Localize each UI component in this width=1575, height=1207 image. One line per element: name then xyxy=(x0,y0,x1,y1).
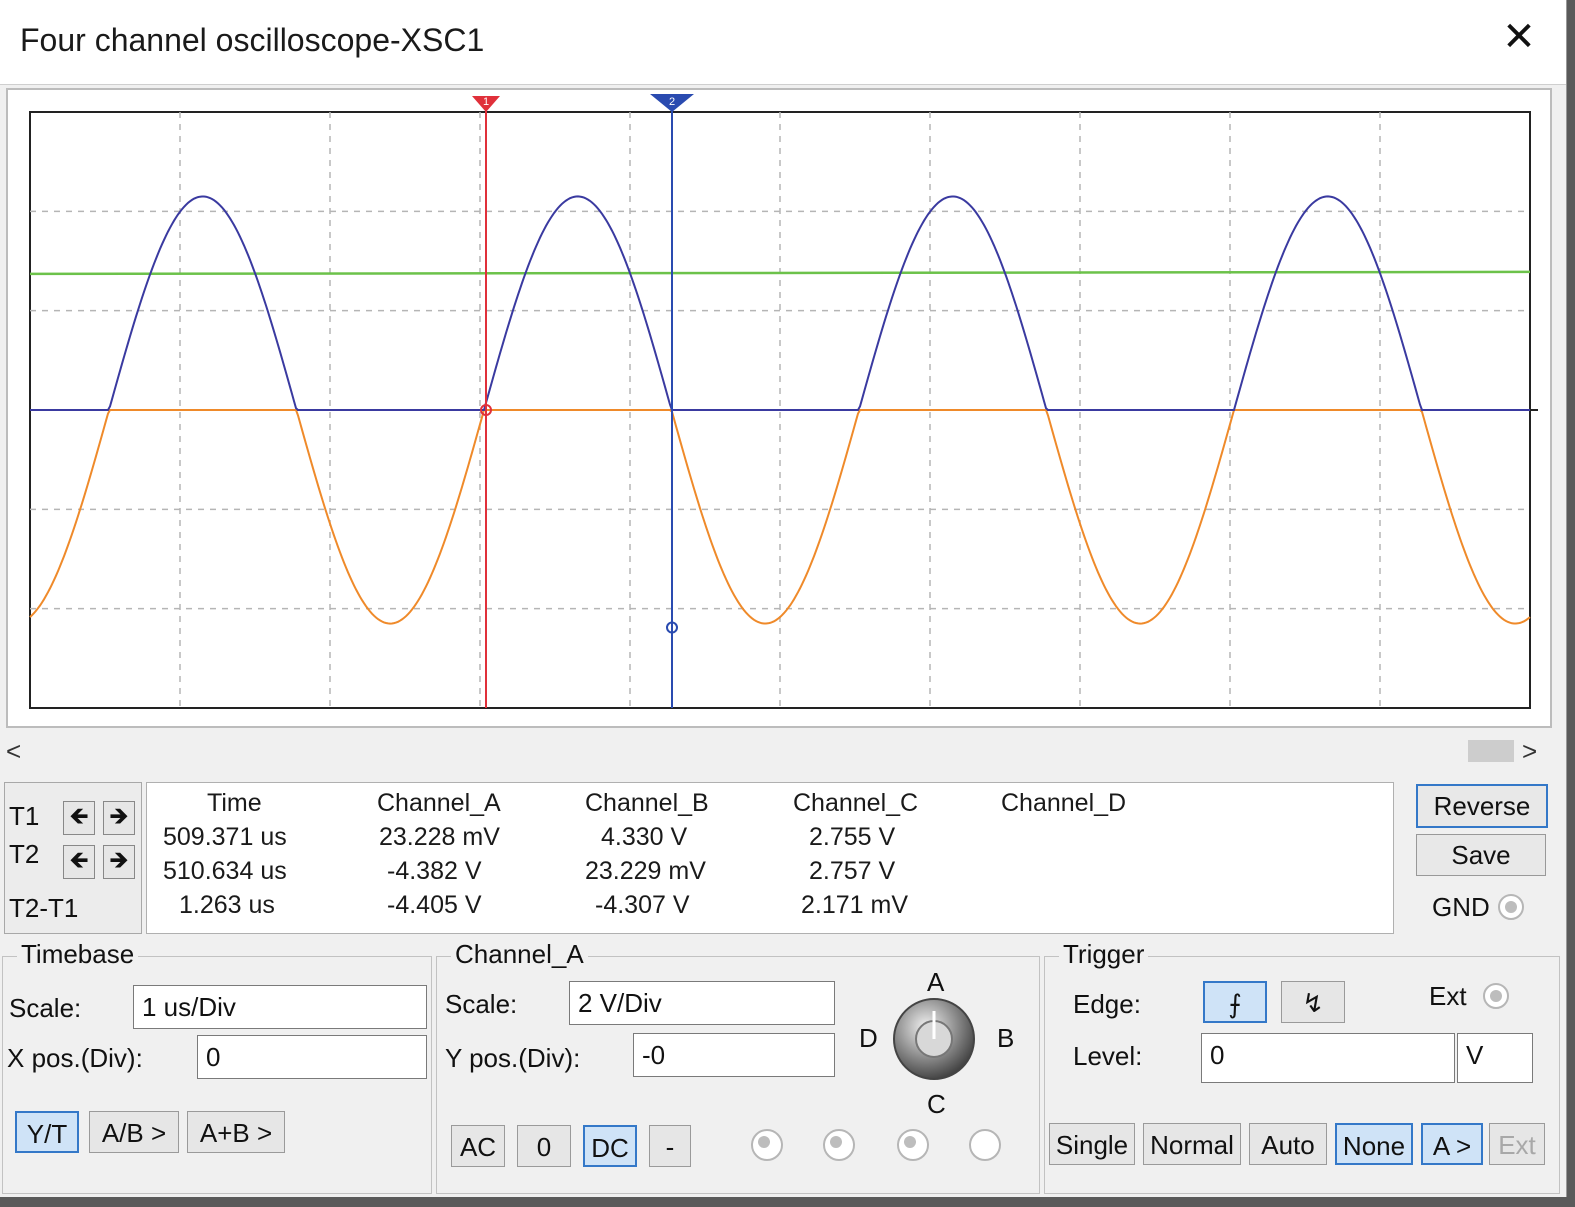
channel-select-knob-icon[interactable] xyxy=(889,995,979,1083)
gnd-label: GND xyxy=(1432,892,1490,922)
t2-label: T2 xyxy=(9,839,40,869)
t2-time: 510.634 us xyxy=(163,857,287,885)
falling-edge-icon[interactable]: ↯ xyxy=(1281,981,1345,1023)
minus-button[interactable]: - xyxy=(649,1125,691,1167)
normal-button[interactable]: Normal xyxy=(1143,1123,1241,1165)
title-bar: Four channel oscilloscope-XSC1 ✕ xyxy=(0,0,1566,85)
knob-label-a: A xyxy=(927,967,945,997)
channel-radio-a[interactable] xyxy=(751,1129,783,1161)
level-unit-field[interactable]: V xyxy=(1457,1033,1533,1083)
channel-title: Channel_A xyxy=(451,939,588,970)
ac-button[interactable]: AC xyxy=(451,1125,505,1167)
knob-label-c: C xyxy=(927,1089,946,1119)
ab-button[interactable]: A/B > xyxy=(89,1111,179,1153)
header-channel-a: Channel_A xyxy=(377,789,501,817)
single-button[interactable]: Single xyxy=(1049,1123,1135,1165)
yt-button[interactable]: Y/T xyxy=(15,1111,79,1153)
scroll-right-button[interactable]: > xyxy=(1522,736,1537,767)
ext-trigger-button: Ext xyxy=(1489,1123,1545,1165)
header-channel-d: Channel_D xyxy=(1001,789,1127,817)
ext-radio[interactable] xyxy=(1483,983,1509,1009)
t1-label: T1 xyxy=(9,801,40,831)
waveform-display: 12 xyxy=(29,94,1538,709)
channel-scale-field[interactable]: 2 V/Div xyxy=(569,981,835,1025)
channel-radio-b[interactable] xyxy=(823,1129,855,1161)
t2-channel-c: 2.757 V xyxy=(809,857,896,885)
timebase-title: Timebase xyxy=(17,939,139,970)
timebase-scale-field[interactable]: 1 us/Div xyxy=(133,985,427,1029)
ext-label: Ext xyxy=(1429,981,1467,1011)
t2-left-button[interactable]: 🡸 xyxy=(63,845,95,879)
edge-label: Edge: xyxy=(1073,989,1141,1019)
rising-edge-icon[interactable]: ⨍ xyxy=(1203,981,1267,1023)
knob-label-b: B xyxy=(997,1023,1015,1053)
channel-scale-label: Scale: xyxy=(445,989,518,1019)
none-button[interactable]: None xyxy=(1335,1123,1413,1165)
dt-channel-c: 2.171 mV xyxy=(801,891,909,919)
t2-right-button[interactable]: 🡺 xyxy=(103,845,135,879)
scroll-thumb[interactable] xyxy=(1468,740,1514,762)
t1-right-button[interactable]: 🡺 xyxy=(103,801,135,835)
save-button[interactable]: Save xyxy=(1416,834,1546,876)
oscilloscope-screen: 12 xyxy=(6,88,1552,728)
window-title: Four channel oscilloscope-XSC1 xyxy=(20,22,485,58)
header-channel-c: Channel_C xyxy=(793,789,919,817)
reverse-button[interactable]: Reverse xyxy=(1416,784,1548,828)
timebase-group: Timebase Scale: 1 us/Div X pos.(Div): 0 … xyxy=(2,939,432,1194)
header-channel-b: Channel_B xyxy=(585,789,709,817)
horizontal-scrollbar[interactable]: < > xyxy=(0,736,1566,766)
measurement-readout: Time Channel_A Channel_B Channel_C Chann… xyxy=(146,782,1394,934)
trigger-group: Trigger Edge: ⨍ ↯ Ext Level: 0 V Single … xyxy=(1044,939,1560,1194)
oscilloscope-window: Four channel oscilloscope-XSC1 ✕ 12 < > … xyxy=(0,0,1567,1197)
dt-channel-a: -4.405 V xyxy=(387,891,482,919)
cursor-controls: T1 🡸 🡺 T2 🡸 🡺 T2-T1 xyxy=(4,782,142,934)
xpos-label: X pos.(Div): xyxy=(7,1043,143,1073)
cursor-t2-marker: 2 xyxy=(669,96,675,108)
t1-channel-b: 4.330 V xyxy=(601,823,688,851)
level-field[interactable]: 0 xyxy=(1201,1033,1455,1083)
a-trigger-button[interactable]: A > xyxy=(1421,1123,1483,1165)
t2-channel-b: 23.229 mV xyxy=(585,857,706,885)
level-label: Level: xyxy=(1073,1041,1143,1071)
t2-channel-a: -4.382 V xyxy=(387,857,482,885)
aplusb-button[interactable]: A+B > xyxy=(187,1111,285,1153)
trigger-title: Trigger xyxy=(1059,939,1149,970)
t1-channel-c: 2.755 V xyxy=(809,823,896,851)
scroll-left-button[interactable]: < xyxy=(6,736,21,767)
t1-channel-a: 23.228 mV xyxy=(379,823,500,851)
knob-label-d: D xyxy=(859,1023,878,1053)
ypos-field[interactable]: -0 xyxy=(633,1033,835,1077)
xpos-field[interactable]: 0 xyxy=(197,1035,427,1079)
dt-channel-b: -4.307 V xyxy=(595,891,690,919)
dt-label: T2-T1 xyxy=(9,893,79,923)
channel-group: Channel_A Scale: 2 V/Div Y pos.(Div): -0… xyxy=(436,939,1040,1194)
t1-time: 509.371 us xyxy=(163,823,287,851)
channel-radio-c[interactable] xyxy=(897,1129,929,1161)
dt-time: 1.263 us xyxy=(179,891,275,919)
channel-radio-d[interactable] xyxy=(969,1129,1001,1161)
gnd-radio[interactable] xyxy=(1498,894,1524,920)
timebase-scale-label: Scale: xyxy=(9,993,82,1023)
zero-button[interactable]: 0 xyxy=(517,1125,571,1167)
dc-button[interactable]: DC xyxy=(583,1125,637,1167)
ypos-label: Y pos.(Div): xyxy=(445,1043,581,1073)
close-button[interactable]: ✕ xyxy=(1496,14,1542,60)
t1-left-button[interactable]: 🡸 xyxy=(63,801,95,835)
auto-button[interactable]: Auto xyxy=(1249,1123,1327,1165)
header-time: Time xyxy=(207,789,262,817)
cursor-t1-marker: 1 xyxy=(483,96,489,108)
